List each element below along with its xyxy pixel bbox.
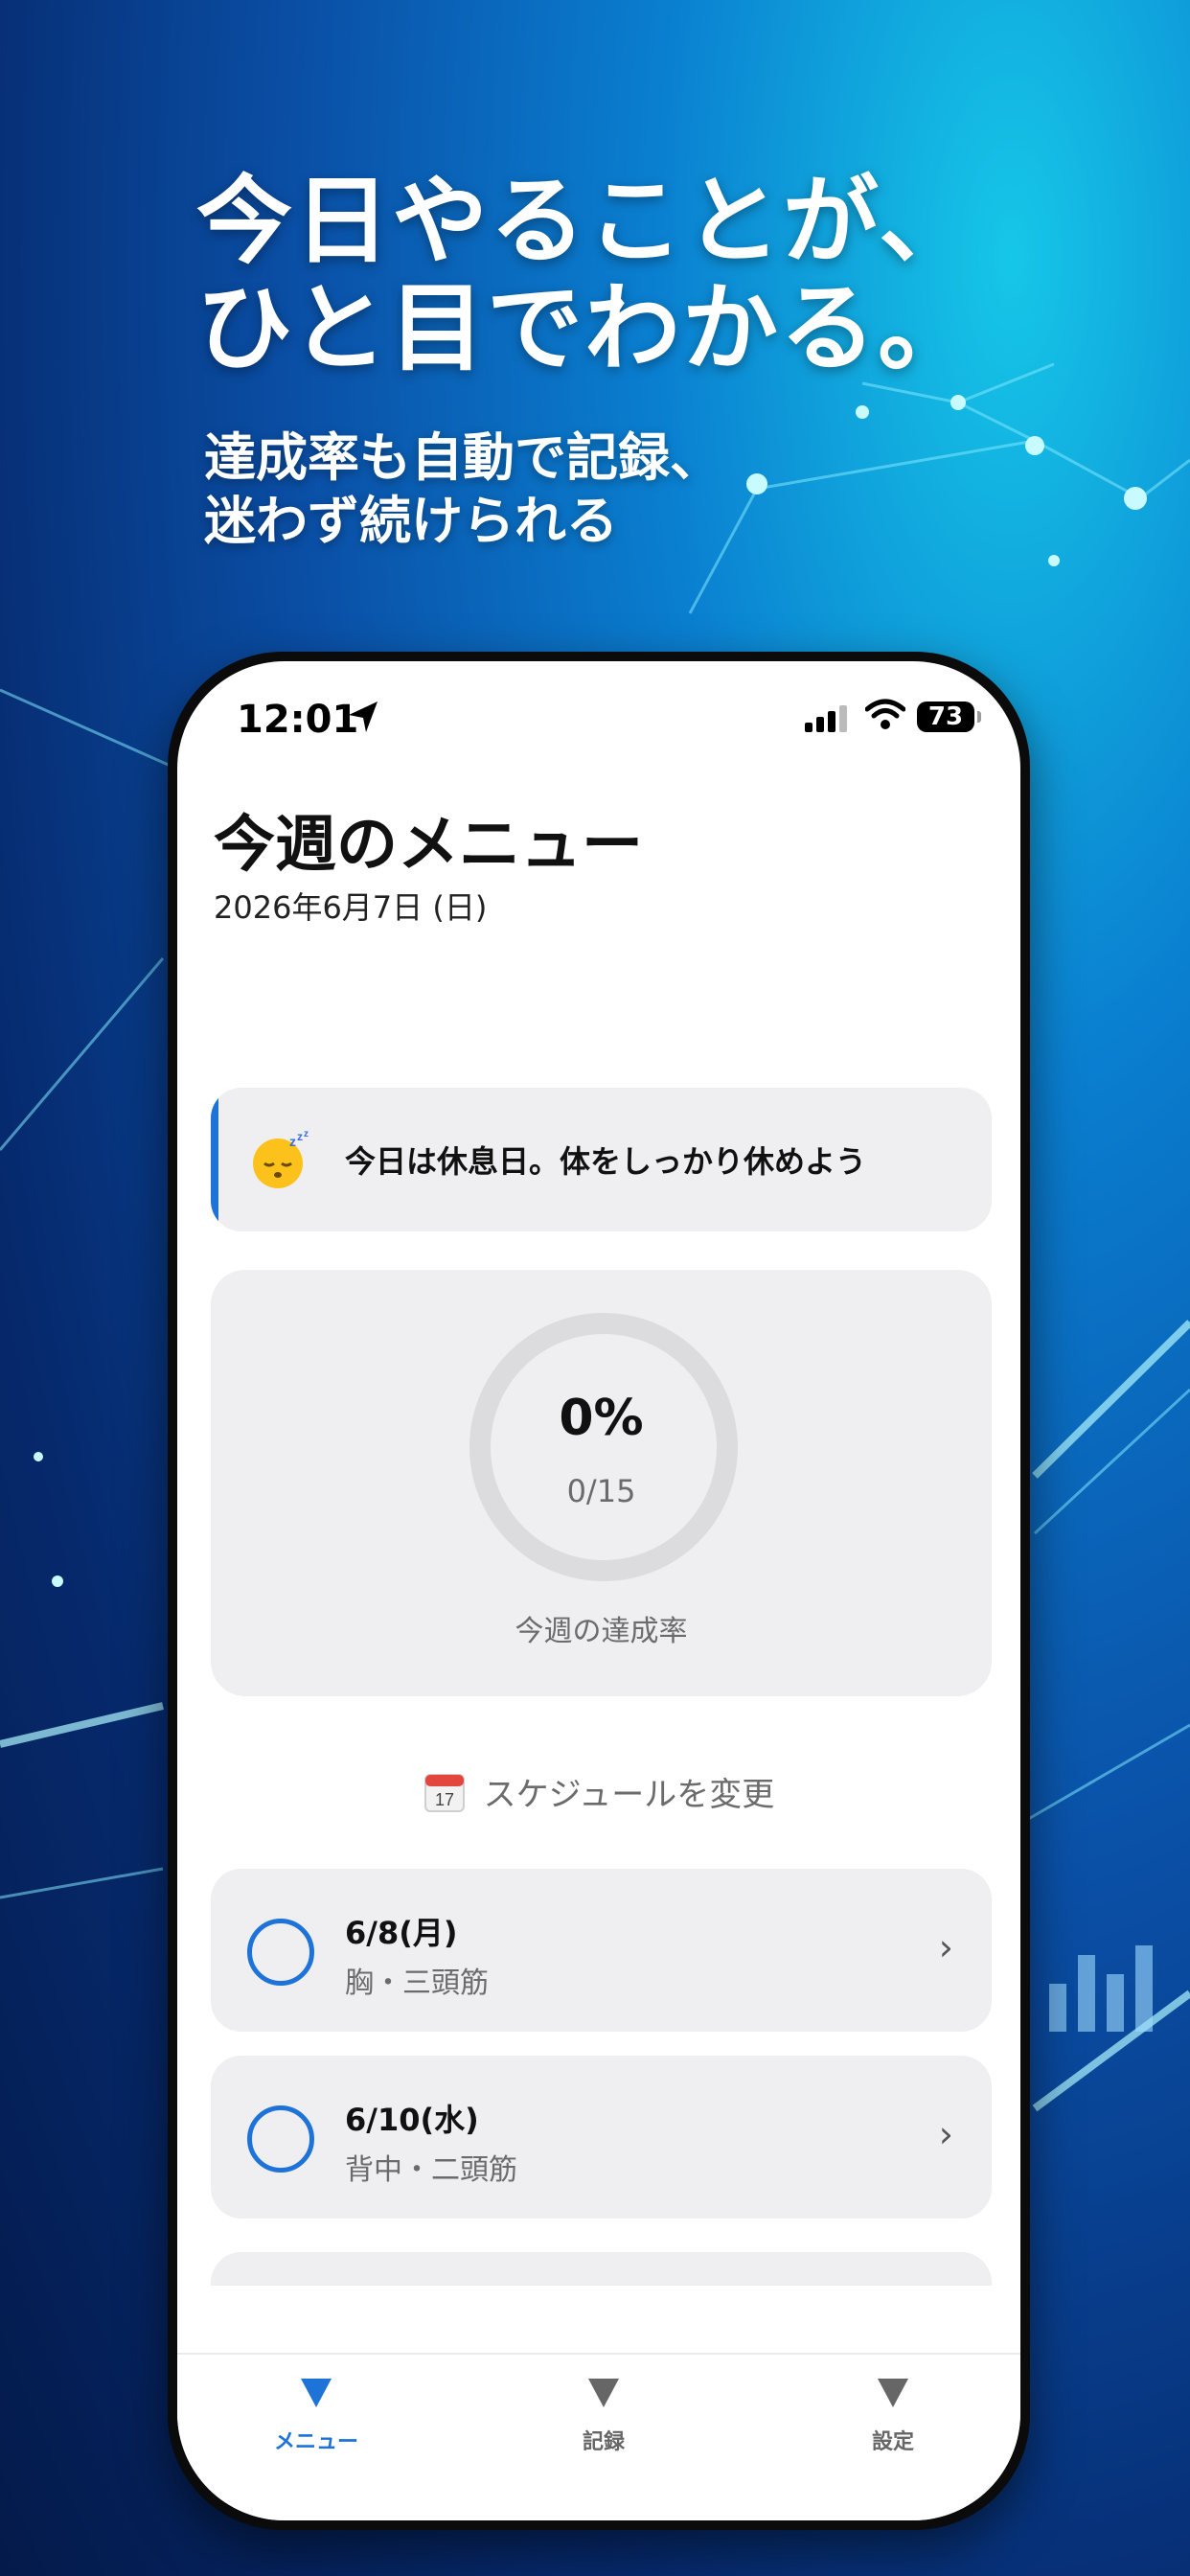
svg-text:z: z bbox=[289, 1134, 296, 1149]
status-bar: 12:01 73 bbox=[177, 692, 1020, 749]
progress-ring bbox=[469, 1313, 738, 1581]
tab-settings[interactable]: 設定 bbox=[797, 2379, 989, 2455]
svg-text:z: z bbox=[304, 1131, 309, 1139]
tab-settings-label: 設定 bbox=[871, 2430, 914, 2454]
progress-label: 今週の達成率 bbox=[515, 1615, 688, 1648]
progress-count: 0/15 bbox=[566, 1473, 636, 1509]
notice-accent-bar bbox=[211, 1088, 218, 1231]
weekly-progress-card: 0% 0/15 今週の達成率 bbox=[211, 1270, 992, 1696]
tab-menu-icon bbox=[301, 2379, 332, 2407]
completion-checkbox[interactable] bbox=[247, 2105, 314, 2173]
promo-subheadline-line2: 迷わず続けられる bbox=[204, 491, 618, 551]
status-time: 12:01 bbox=[237, 698, 359, 742]
tab-bar: メニュー 記録 設定 bbox=[177, 2353, 1020, 2520]
calendar-icon: 17 bbox=[423, 1773, 465, 1812]
tab-settings-icon bbox=[878, 2379, 908, 2407]
promo-subheadline-line1: 達成率も自動で記録、 bbox=[204, 427, 721, 488]
location-arrow-icon bbox=[349, 702, 378, 732]
workout-body-part: 胸・三頭筋 bbox=[345, 1966, 489, 2000]
rest-day-notice: z z z 今日は休息日。体をしっかり休めよう bbox=[211, 1088, 992, 1231]
promo-subheadline: 達成率も自動で記録、 迷わず続けられる bbox=[204, 426, 721, 553]
tab-menu[interactable]: メニュー bbox=[220, 2379, 412, 2455]
chevron-right-icon: › bbox=[938, 1926, 953, 1968]
change-schedule-button[interactable]: 17 スケジュールを変更 bbox=[177, 1768, 1020, 1815]
app-screen: 12:01 73 今週のメニュー 2026年6月7日 (日) z z z 今日は… bbox=[177, 661, 1020, 2520]
tab-records-label: 記録 bbox=[582, 2430, 625, 2454]
workout-item[interactable]: 6/8(月) 胸・三頭筋 › bbox=[211, 1869, 992, 2032]
rest-day-text: 今日は休息日。体をしっかり休めよう bbox=[345, 1143, 867, 1180]
calendar-day-number: 17 bbox=[435, 1790, 454, 1809]
svg-text:z: z bbox=[297, 1131, 303, 1143]
tab-records-icon bbox=[588, 2379, 619, 2407]
workout-item[interactable]: 6/10(水) 背中・二頭筋 › bbox=[211, 2056, 992, 2219]
page-title: 今週のメニュー bbox=[214, 810, 643, 881]
chevron-right-icon: › bbox=[938, 2113, 953, 2155]
change-schedule-label: スケジュールを変更 bbox=[483, 1776, 775, 1814]
workout-body-part: 背中・二頭筋 bbox=[345, 2153, 517, 2187]
battery-indicator: 73 bbox=[917, 702, 981, 732]
workout-day: 6/10(水) bbox=[345, 2102, 479, 2138]
workout-day: 6/8(月) bbox=[345, 1915, 458, 1951]
tab-menu-label: メニュー bbox=[273, 2430, 358, 2454]
completion-checkbox[interactable] bbox=[247, 1919, 314, 1986]
phone-frame: 12:01 73 今週のメニュー 2026年6月7日 (日) z z z 今日は… bbox=[168, 652, 1030, 2530]
cellular-signal-icon bbox=[805, 705, 847, 732]
sleeping-face-icon: z z z bbox=[253, 1131, 309, 1188]
tab-records[interactable]: 記録 bbox=[508, 2379, 699, 2455]
promo-headline: 今日やることが、 ひと目でわかる。 bbox=[196, 168, 976, 382]
progress-percent: 0% bbox=[559, 1390, 644, 1447]
promo-headline-line1: 今日やることが、 bbox=[196, 165, 976, 277]
promo-headline-line2: ひと目でわかる。 bbox=[196, 272, 975, 384]
page-date: 2026年6月7日 (日) bbox=[214, 889, 488, 926]
wifi-icon bbox=[865, 699, 905, 729]
